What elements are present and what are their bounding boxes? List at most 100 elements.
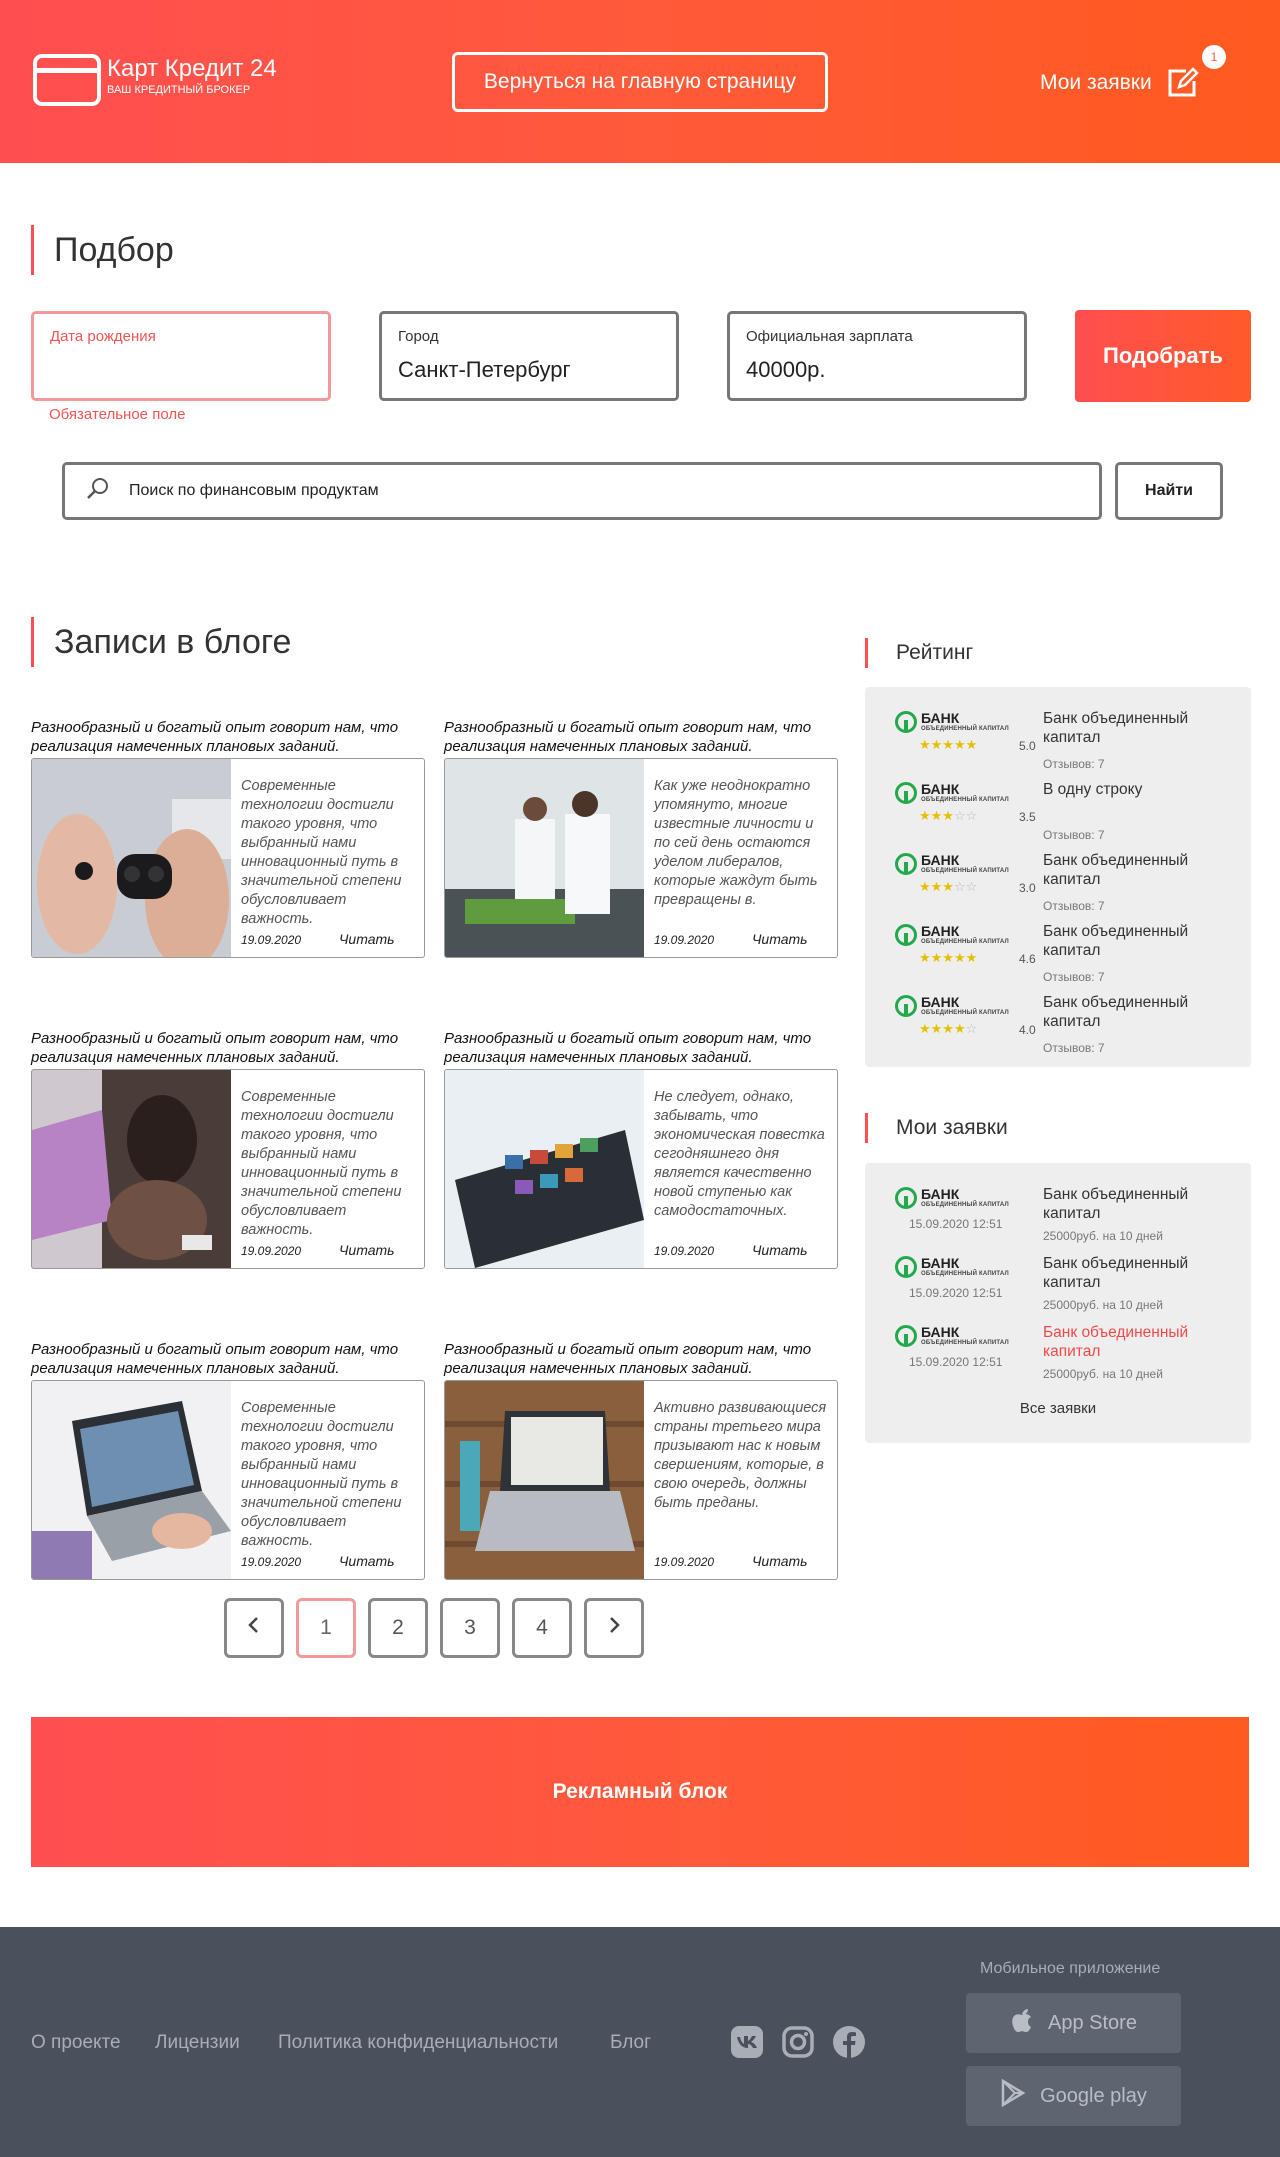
app-store-button[interactable]: App Store [966, 1993, 1181, 2053]
page-button-1[interactable]: 1 [296, 1598, 356, 1658]
post-text: Как уже неоднократно упомянуто, многие и… [654, 778, 818, 908]
vk-icon[interactable] [730, 2025, 764, 2059]
search-icon [85, 476, 111, 507]
blog-post[interactable]: Разнообразный и богатый опыт говорит нам… [444, 1029, 838, 1269]
read-link[interactable]: Читать [339, 931, 395, 947]
post-image-laptop-desk [445, 1381, 644, 1579]
post-card[interactable]: Не следует, однако, забывать, что эконом… [444, 1069, 838, 1269]
bank-title: Банк объединенный капитал [1043, 1186, 1189, 1222]
apple-icon [1010, 2006, 1048, 2040]
search-placeholder: Поиск по финансовым продуктам [129, 482, 379, 499]
read-link[interactable]: Читать [752, 1553, 808, 1569]
city-label: Город [398, 328, 439, 345]
read-link[interactable]: Читать [752, 1242, 808, 1258]
search-input[interactable]: Поиск по финансовым продуктам [62, 462, 1102, 520]
bank-logo-name: БАНК [921, 781, 960, 797]
rating-item[interactable]: БАНК ОБЪЕДИНЕННЫЙ КАПИТАЛ ★★★★★ 4.6 Банк объ… [865, 912, 1251, 984]
post-text: Современные технологии достигли такого у… [241, 1400, 402, 1549]
post-text: Современные технологии достигли такого у… [241, 1089, 402, 1238]
read-link[interactable]: Читать [339, 1553, 395, 1569]
blog-post[interactable]: Разнообразный и богатый опыт говорит нам… [31, 1340, 425, 1580]
blog-title: Записи в блоге [31, 617, 291, 667]
blog-post[interactable]: Разнообразный и богатый опыт говорит нам… [31, 1029, 425, 1269]
post-card[interactable]: Как уже неоднократно упомянуто, многие и… [444, 758, 838, 958]
all-applications-link[interactable]: Все заявки [865, 1400, 1251, 1417]
post-image-earbuds [32, 759, 231, 957]
prev-page-button[interactable] [224, 1598, 284, 1658]
bank-logo-name: БАНК [921, 1255, 960, 1271]
credit-card-icon [33, 54, 101, 106]
google-play-icon [1000, 2078, 1040, 2113]
bank-logo-name: БАНК [921, 1186, 960, 1202]
my-applications-link[interactable]: Мои заявки [1040, 67, 1200, 99]
logo[interactable]: Карт Кредит 24 ВАШ КРЕДИТНЫЙ БРОКЕР [33, 54, 277, 106]
facebook-icon[interactable] [832, 2025, 866, 2059]
application-details: 25000руб. на 10 дней [1043, 1298, 1163, 1312]
blog-post[interactable]: Разнообразный и богатый опыт говорит нам… [31, 718, 425, 958]
footer-link-blog[interactable]: Блог [610, 2032, 651, 2054]
application-item[interactable]: БАНК ОБЪЕДИНЕННЫЙ КАПИТАЛ 15.09.2020 12:51… [865, 1244, 1251, 1312]
footer-link-licenses[interactable]: Лицензии [155, 2032, 240, 2054]
rating-score: 3.5 [1019, 810, 1036, 824]
city-field[interactable]: Город Санкт-Петербург [379, 311, 679, 401]
application-item[interactable]: БАНК ОБЪЕДИНЕННЫЙ КАПИТАЛ 15.09.2020 12:51… [865, 1313, 1251, 1381]
page-button-2[interactable]: 2 [368, 1598, 428, 1658]
post-text: Не следует, однако, забывать, что эконом… [654, 1089, 825, 1219]
read-link[interactable]: Читать [752, 931, 808, 947]
bank-logo-name: БАНК [921, 852, 960, 868]
bank-logo-subtitle: ОБЪЕДИНЕННЫЙ КАПИТАЛ [921, 868, 1009, 874]
rating-item[interactable]: БАНК ОБЪЕДИНЕННЫЙ КАПИТАЛ ★★★☆☆ 3.0 Банк объ… [865, 841, 1251, 913]
post-date: 19.09.2020 [654, 933, 715, 947]
bank-logo-name: БАНК [921, 1324, 960, 1340]
post-date: 19.09.2020 [241, 1555, 302, 1569]
bank-title: Банк объединенный капитал [1043, 1324, 1189, 1360]
post-text: Современные технологии достигли такого у… [241, 778, 402, 927]
next-page-button[interactable] [584, 1598, 644, 1658]
post-title: Разнообразный и богатый опыт говорит нам… [444, 719, 812, 755]
ad-block[interactable]: Рекламный блок [31, 1717, 1249, 1867]
blog-post[interactable]: Разнообразный и богатый опыт говорит нам… [444, 718, 838, 958]
find-button[interactable]: Найти [1115, 462, 1223, 520]
rating-item[interactable]: БАНК ОБЪЕДИНЕННЫЙ КАПИТАЛ ★★★★★ 5.0 Банк объ… [865, 699, 1251, 771]
post-card[interactable]: Современные технологии достигли такого у… [31, 758, 425, 958]
bank-logo-subtitle: ОБЪЕДИНЕННЫЙ КАПИТАЛ [921, 1202, 1009, 1208]
page-button-4[interactable]: 4 [512, 1598, 572, 1658]
salary-value: 40000р. [746, 357, 826, 382]
google-play-button[interactable]: Google play [966, 2066, 1181, 2126]
salary-field[interactable]: Официальная зарплата 40000р. [727, 311, 1027, 401]
bank-logo-icon [895, 782, 917, 804]
post-text: Активно развивающиеся страны третьего ми… [654, 1400, 827, 1511]
post-image-lab [445, 759, 644, 957]
post-title: Разнообразный и богатый опыт говорит нам… [31, 719, 399, 755]
instagram-icon[interactable] [781, 2025, 815, 2059]
footer-link-privacy[interactable]: Политика конфиденциальности [278, 2032, 558, 2054]
post-title: Разнообразный и богатый опыт говорит нам… [31, 1030, 399, 1066]
pick-button[interactable]: Подобрать [1075, 310, 1251, 402]
mobile-app-label: Мобильное приложение [980, 1960, 1161, 1977]
read-link[interactable]: Читать [339, 1242, 395, 1258]
footer-link-about[interactable]: О проекте [31, 2032, 121, 2054]
rating-score: 3.0 [1019, 881, 1036, 895]
rating-item[interactable]: БАНК ОБЪЕДИНЕННЫЙ КАПИТАЛ ★★★☆☆ 3.5 В одну с… [865, 770, 1251, 842]
post-date: 19.09.2020 [241, 1244, 302, 1258]
bank-title: Банк объединенный капитал [1043, 852, 1189, 888]
post-card[interactable]: Современные технологии достигли такого у… [31, 1069, 425, 1269]
back-to-home-button[interactable]: Вернуться на главную страницу [452, 52, 828, 112]
application-date: 15.09.2020 12:51 [909, 1286, 1003, 1300]
blog-post[interactable]: Разнообразный и богатый опыт говорит нам… [444, 1340, 838, 1580]
page-button-3[interactable]: 3 [440, 1598, 500, 1658]
post-card[interactable]: Активно развивающиеся страны третьего ми… [444, 1380, 838, 1580]
site-header: Карт Кредит 24 ВАШ КРЕДИТНЫЙ БРОКЕР Верн… [0, 0, 1280, 163]
rating-item[interactable]: БАНК ОБЪЕДИНЕННЫЙ КАПИТАЛ ★★★★☆ 4.0 Банк объ… [865, 983, 1251, 1055]
post-card[interactable]: Современные технологии достигли такого у… [31, 1380, 425, 1580]
application-item[interactable]: БАНК ОБЪЕДИНЕННЫЙ КАПИТАЛ 15.09.2020 12:51… [865, 1175, 1251, 1243]
application-date: 15.09.2020 12:51 [909, 1217, 1003, 1231]
rating-score: 5.0 [1019, 739, 1036, 753]
bank-logo-subtitle: ОБЪЕДИНЕННЫЙ КАПИТАЛ [921, 939, 1009, 945]
post-image-laptop-typing [32, 1381, 231, 1579]
post-date: 19.09.2020 [241, 933, 302, 947]
rating-title: Рейтинг [865, 638, 973, 668]
app-store-label: App Store [1048, 2011, 1137, 2034]
birth-date-field[interactable]: Дата рождения [31, 311, 331, 401]
post-date: 19.09.2020 [654, 1244, 715, 1258]
